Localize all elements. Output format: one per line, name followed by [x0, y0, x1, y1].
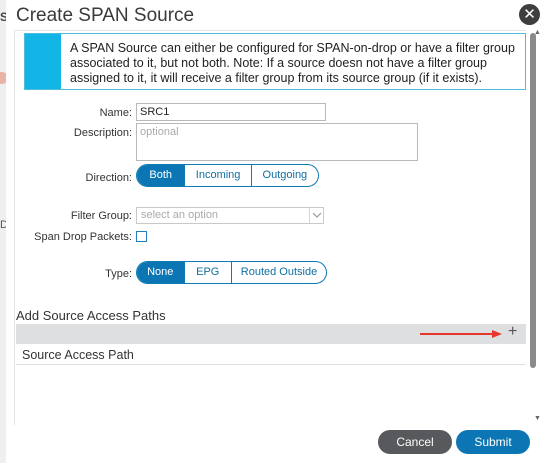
direction-option-both[interactable]: Both: [137, 165, 185, 186]
create-span-source-dialog: Create SPAN Source ✕ A SPAN Source can e…: [6, 0, 550, 463]
scroll-down-icon[interactable]: ▼: [534, 415, 541, 422]
column-divider: [16, 364, 526, 365]
filter-group-label: Filter Group:: [70, 210, 132, 222]
column-header-source-access-path: Source Access Path: [22, 348, 134, 362]
name-field[interactable]: SRC1: [136, 103, 326, 121]
description-label: Description:: [73, 127, 132, 139]
type-option-epg[interactable]: EPG: [183, 262, 232, 283]
scrollbar-thumb[interactable]: [530, 33, 536, 368]
close-icon[interactable]: ✕: [519, 4, 540, 25]
name-label: Name:: [99, 107, 132, 119]
info-callout: A SPAN Source can either be configured f…: [24, 33, 526, 90]
dialog-title: Create SPAN Source: [16, 5, 195, 26]
direction-option-incoming[interactable]: Incoming: [184, 165, 250, 186]
filter-group-select[interactable]: select an option: [136, 207, 324, 224]
type-toggle: None EPG Routed Outside: [136, 261, 327, 284]
annotation-arrow: [420, 330, 502, 338]
direction-toggle: Both Incoming Outgoing: [136, 164, 319, 187]
span-drop-packets-checkbox[interactable]: [136, 231, 147, 242]
description-placeholder: optional: [140, 126, 179, 138]
direction-option-outgoing[interactable]: Outgoing: [250, 165, 318, 186]
info-accent-bar: [25, 34, 61, 89]
type-label: Type:: [105, 268, 132, 280]
type-option-routed-outside[interactable]: Routed Outside: [231, 262, 326, 283]
span-drop-packets-label: Span Drop Packets:: [34, 231, 132, 243]
direction-label: Direction:: [85, 172, 132, 184]
filter-group-placeholder: select an option: [141, 209, 219, 221]
submit-button[interactable]: Submit: [456, 430, 530, 454]
description-field[interactable]: optional: [136, 123, 418, 161]
type-option-none[interactable]: None: [137, 262, 184, 283]
cancel-button[interactable]: Cancel: [378, 430, 452, 454]
plus-icon[interactable]: +: [508, 323, 517, 341]
info-text: A SPAN Source can either be configured f…: [70, 41, 515, 85]
chevron-down-icon[interactable]: [309, 208, 323, 223]
section-title: Add Source Access Paths: [16, 308, 166, 323]
